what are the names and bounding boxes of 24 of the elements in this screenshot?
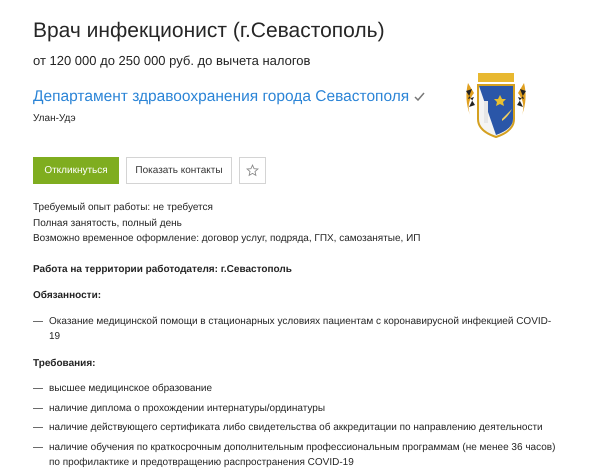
city-text: Улан-Удэ <box>33 112 77 126</box>
favorite-button[interactable] <box>239 157 266 184</box>
company-link[interactable]: Департамент здравоохранения города Севастополя <box>33 88 410 105</box>
detail-text: Требуемый опыт работы: не требуется <box>33 201 214 215</box>
work-place-text: Работа на территории работодателя: г.Севастополь <box>33 262 293 276</box>
dash-marker: — <box>33 421 44 435</box>
contacts-button[interactable]: Показать контакты <box>126 157 232 184</box>
respond-button[interactable]: Откликнуться <box>33 157 119 184</box>
star-icon <box>246 164 259 177</box>
vacancy-title: Врач инфекционист (г.Севастополь) <box>33 18 386 44</box>
dash-marker: — <box>33 382 44 396</box>
list-item-text: наличие диплома о прохождении интернатуры/ординатуры <box>49 402 326 416</box>
list-item-text: наличие обучения по краткосрочным дополнительным профессиональным программам (не менее 36 часов) по профилактике и предотвращению распространения COVID-19 <box>49 440 556 470</box>
list-item-text: высшее медицинское образование <box>49 382 212 396</box>
dash-marker: — <box>33 440 44 454</box>
list-item-text: Оказание медицинской помощи в стационарных условиях пациентам с коронавирусной инфекцией COVID-19 <box>49 314 552 344</box>
section-heading: Требования: <box>33 356 96 370</box>
section-heading: Обязанности: <box>33 289 102 303</box>
detail-text: Полная занятость, полный день <box>33 216 183 230</box>
list-item-text: наличие действующего сертификата либо свидетельства об аккредитации по направлению деятельности <box>49 421 543 435</box>
dash-marker: — <box>33 314 44 328</box>
dash-marker: — <box>33 402 44 416</box>
salary-text: от 120 000 до 250 000 руб. до вычета налогов <box>33 52 312 70</box>
detail-text: Возможно временное оформление: договор услуг, подряда, ГПХ, самозанятые, ИП <box>33 232 422 246</box>
